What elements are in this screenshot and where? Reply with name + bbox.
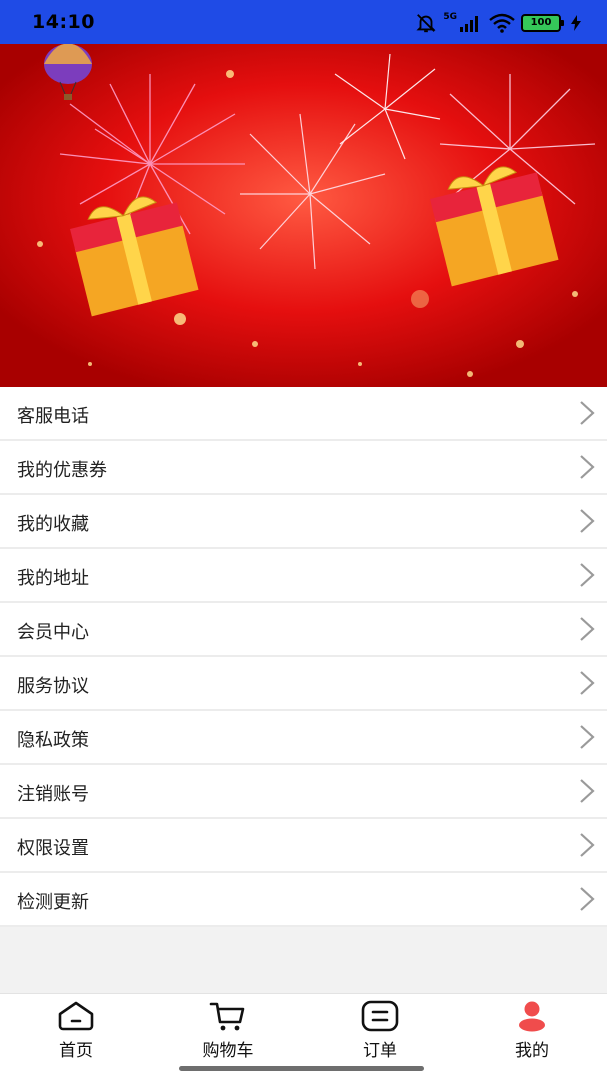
chevron-right-icon (580, 563, 595, 587)
user-icon (519, 1001, 545, 1032)
menu-item-label: 会员中心 (17, 622, 89, 643)
menu-item-label: 我的收藏 (17, 514, 89, 535)
chevron-right-icon (580, 671, 595, 695)
menu-item-label: 客服电话 (17, 406, 89, 427)
menu-item-label: 检测更新 (17, 892, 89, 913)
home-indicator[interactable] (179, 1066, 424, 1071)
status-bar: 14:10 5G 100 (0, 0, 607, 44)
menu-item-delete-account[interactable]: 注销账号 (0, 765, 607, 819)
tab-mine[interactable]: 我的 (482, 1000, 582, 1061)
chevron-right-icon (580, 617, 595, 641)
chevron-right-icon (580, 833, 595, 857)
order-icon (361, 1000, 399, 1032)
status-icons: 5G 100 (415, 12, 581, 34)
menu-item-member-center[interactable]: 会员中心 (0, 603, 607, 657)
banner-image[interactable] (0, 44, 607, 387)
network-label: 5G (443, 12, 457, 22)
status-time: 14:10 (32, 11, 95, 33)
chevron-right-icon (580, 725, 595, 749)
tab-home[interactable]: 首页 (26, 1000, 126, 1061)
tab-orders[interactable]: 订单 (330, 1000, 430, 1061)
signal-icon (460, 16, 478, 32)
home-icon (58, 1001, 94, 1031)
menu-item-label: 我的优惠券 (17, 460, 107, 481)
tab-label: 订单 (363, 1041, 397, 1061)
menu-item-label: 我的地址 (17, 568, 89, 589)
menu-item-label: 权限设置 (17, 838, 89, 859)
menu-list: 客服电话 我的优惠券 我的收藏 我的地址 会员中心 服务协议 隐私政策 注销账号… (0, 387, 607, 927)
cart-icon (209, 1002, 245, 1031)
chevron-right-icon (580, 401, 595, 425)
bell-muted-icon (416, 14, 436, 33)
tab-cart[interactable]: 购物车 (178, 1000, 278, 1061)
chevron-right-icon (580, 779, 595, 803)
menu-item-label: 隐私政策 (17, 730, 89, 751)
menu-item-privacy-policy[interactable]: 隐私政策 (0, 711, 607, 765)
menu-item-my-address[interactable]: 我的地址 (0, 549, 607, 603)
wifi-icon (489, 13, 515, 33)
menu-item-customer-service-phone[interactable]: 客服电话 (0, 387, 607, 441)
tab-label: 我的 (515, 1041, 549, 1061)
battery-icon: 100 (521, 14, 564, 32)
chevron-right-icon (580, 509, 595, 533)
charging-icon (571, 15, 581, 31)
tab-label: 首页 (59, 1041, 93, 1061)
menu-item-label: 服务协议 (17, 676, 89, 697)
chevron-right-icon (580, 455, 595, 479)
menu-item-label: 注销账号 (17, 784, 89, 805)
menu-item-my-favorites[interactable]: 我的收藏 (0, 495, 607, 549)
menu-item-permission-settings[interactable]: 权限设置 (0, 819, 607, 873)
chevron-right-icon (580, 887, 595, 911)
menu-item-my-coupons[interactable]: 我的优惠券 (0, 441, 607, 495)
menu-item-service-agreement[interactable]: 服务协议 (0, 657, 607, 711)
tab-label: 购物车 (202, 1041, 254, 1061)
menu-item-check-update[interactable]: 检测更新 (0, 873, 607, 927)
